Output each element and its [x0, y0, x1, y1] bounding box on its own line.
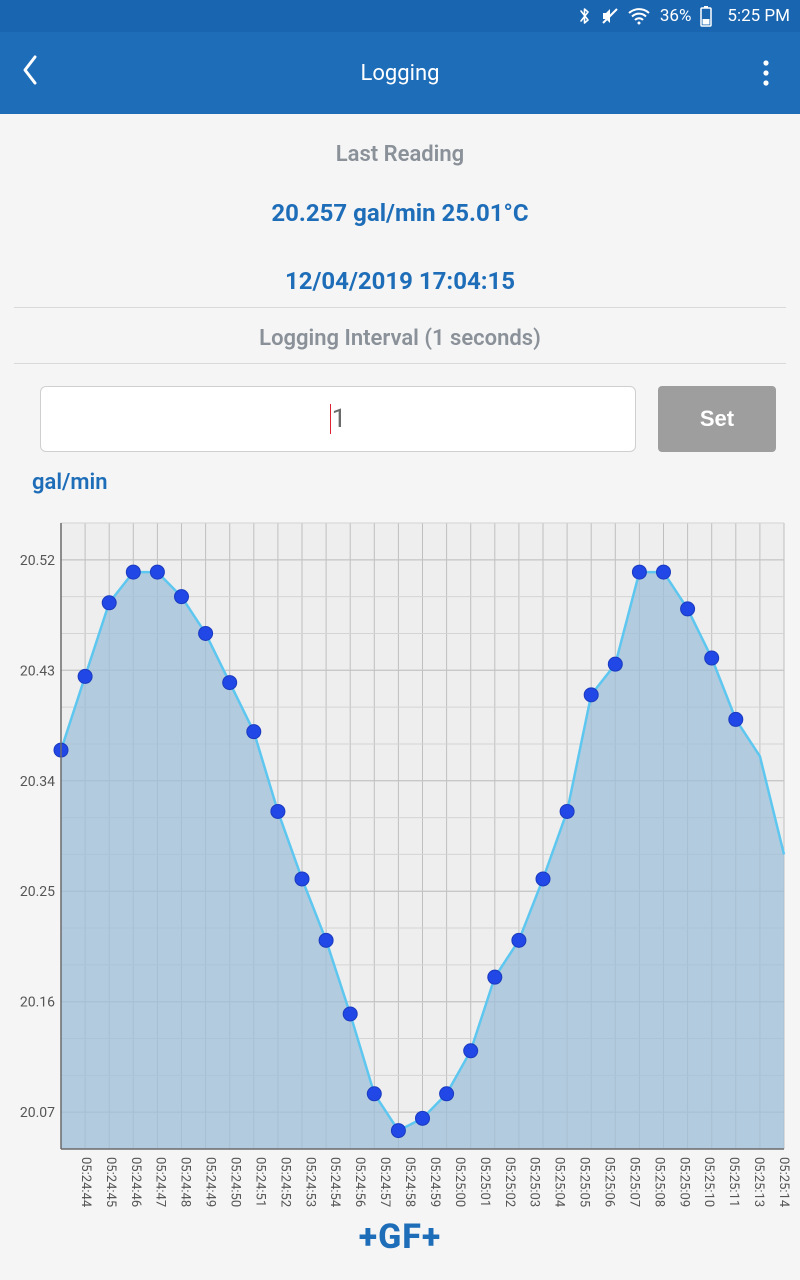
svg-text:05:25:07: 05:25:07 — [626, 1157, 641, 1207]
bluetooth-icon — [578, 6, 592, 26]
interval-input-value: 1 — [332, 404, 347, 434]
svg-text:05:24:59: 05:24:59 — [427, 1157, 442, 1207]
chart[interactable]: 20.07 20.16 20.25 20.34 20.43 20.52 05:24:44 05… — [0, 513, 800, 1213]
set-button[interactable]: Set — [658, 386, 776, 452]
svg-text:05:24:56: 05:24:56 — [352, 1157, 367, 1207]
svg-text:20.25: 20.25 — [20, 884, 55, 900]
svg-text:05:25:03: 05:25:03 — [527, 1157, 542, 1207]
svg-text:05:24:49: 05:24:49 — [203, 1157, 218, 1207]
svg-text:05:24:45: 05:24:45 — [103, 1157, 118, 1207]
svg-text:05:24:58: 05:24:58 — [402, 1157, 417, 1207]
svg-text:05:25:08: 05:25:08 — [651, 1157, 666, 1207]
overflow-menu-icon[interactable] — [752, 59, 780, 87]
svg-text:05:25:06: 05:25:06 — [601, 1157, 616, 1207]
svg-text:05:24:53: 05:24:53 — [302, 1157, 317, 1207]
svg-text:20.52: 20.52 — [20, 553, 55, 569]
svg-text:05:25:01: 05:25:01 — [477, 1157, 492, 1207]
svg-text:05:25:04: 05:25:04 — [552, 1157, 567, 1208]
svg-text:05:25:11: 05:25:11 — [726, 1157, 741, 1207]
svg-text:05:24:44: 05:24:44 — [78, 1157, 93, 1208]
svg-text:20.34: 20.34 — [20, 774, 55, 790]
svg-text:05:25:10: 05:25:10 — [701, 1157, 716, 1207]
svg-text:05:24:57: 05:24:57 — [377, 1157, 392, 1207]
last-reading-value: 20.257 gal/min 25.01°C — [0, 199, 800, 227]
svg-text:05:24:54: 05:24:54 — [327, 1157, 342, 1208]
mute-icon — [600, 6, 620, 26]
app-bar: Logging — [0, 32, 800, 114]
battery-icon — [699, 5, 713, 27]
brand-logo: +GF+ — [0, 1217, 800, 1257]
svg-text:05:25:09: 05:25:09 — [676, 1157, 691, 1207]
status-bar: 36% 5:25 PM — [0, 0, 800, 32]
svg-text:20.16: 20.16 — [20, 995, 55, 1011]
wifi-icon — [628, 7, 650, 25]
svg-text:20.43: 20.43 — [20, 663, 55, 679]
last-reading-label: Last Reading — [0, 142, 800, 167]
logging-interval-label: Logging Interval (1 seconds) — [0, 326, 800, 351]
svg-text:05:24:50: 05:24:50 — [228, 1157, 243, 1207]
page-title: Logging — [361, 61, 440, 86]
svg-text:05:25:00: 05:25:00 — [452, 1157, 467, 1207]
clock: 5:25 PM — [727, 6, 790, 26]
chart-unit-label: gal/min — [32, 470, 800, 495]
svg-text:05:24:46: 05:24:46 — [128, 1157, 143, 1207]
svg-text:05:24:51: 05:24:51 — [252, 1157, 267, 1207]
back-button[interactable] — [20, 53, 40, 94]
svg-text:05:25:13: 05:25:13 — [751, 1157, 766, 1207]
svg-text:05:24:52: 05:24:52 — [277, 1157, 292, 1207]
text-caret — [330, 404, 331, 434]
svg-text:05:25:14: 05:25:14 — [776, 1157, 791, 1208]
last-reading-time: 12/04/2019 17:04:15 — [0, 267, 800, 295]
svg-text:05:24:48: 05:24:48 — [178, 1157, 193, 1207]
svg-text:05:25:02: 05:25:02 — [502, 1157, 517, 1207]
svg-text:20.07: 20.07 — [20, 1105, 55, 1121]
interval-input[interactable]: 1 — [40, 386, 636, 452]
svg-text:05:24:47: 05:24:47 — [153, 1157, 168, 1207]
svg-text:05:25:05: 05:25:05 — [577, 1157, 592, 1207]
divider — [14, 307, 786, 308]
battery-percent: 36% — [660, 6, 692, 26]
interval-input-row: 1 Set — [0, 364, 800, 452]
